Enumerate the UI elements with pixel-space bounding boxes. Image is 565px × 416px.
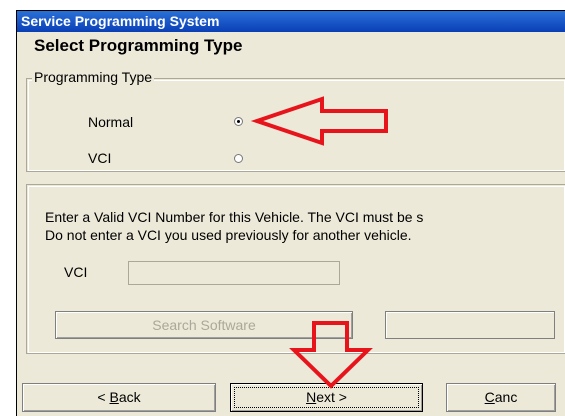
left-arrow-icon (250, 96, 388, 146)
down-arrow-icon (289, 321, 373, 389)
annotation-arrows (250, 96, 388, 389)
